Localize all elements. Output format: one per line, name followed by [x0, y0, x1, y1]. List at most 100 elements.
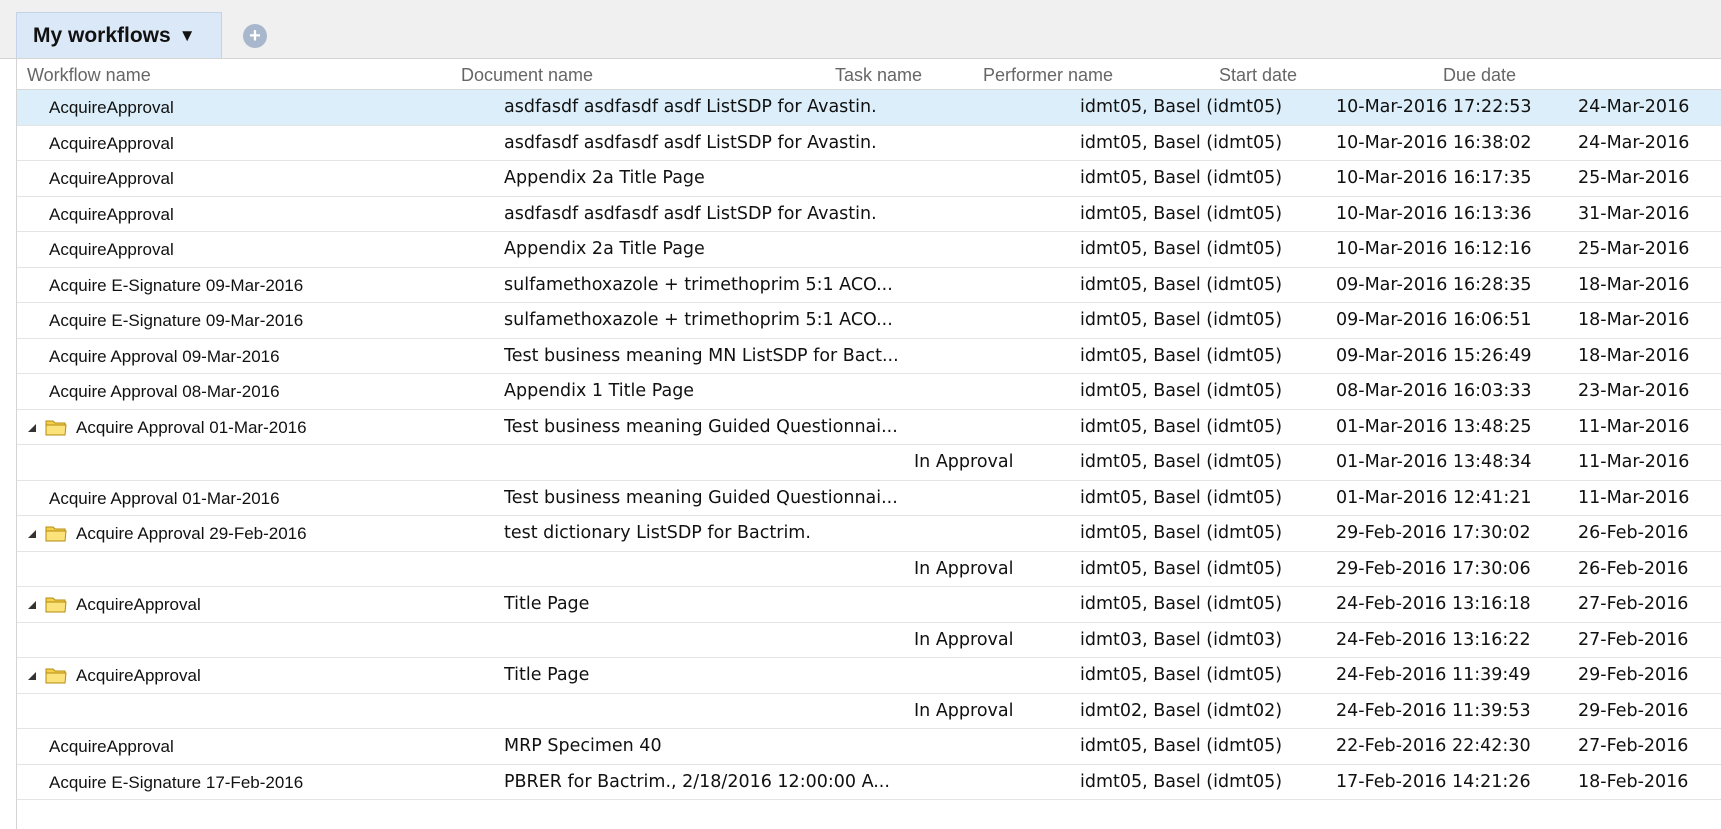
workflow-row[interactable]: AcquireApproval Appendix 2a Title Page idm…: [17, 232, 1721, 268]
due-date-cell: 24-Mar-2016: [1578, 97, 1690, 117]
due-date-cell: 29-Feb-2016: [1578, 665, 1689, 685]
start-date-cell: 10-Mar-2016 16:17:35: [1336, 168, 1532, 188]
workflow-row[interactable]: Acquire Approval 01-Mar-2016 Test busines…: [17, 410, 1721, 445]
document-name-cell: Appendix 2a Title Page: [504, 168, 705, 188]
workflow-row[interactable]: AcquireApproval Title Page idmt05, Basel (…: [17, 587, 1721, 623]
task-row[interactable]: In Approval idmt02, Basel (idmt02) 24-Feb-…: [17, 694, 1721, 729]
due-date-cell: 18-Feb-2016: [1578, 771, 1689, 792]
workflow-row[interactable]: AcquireApproval asdfasdf asdfasdf asdf Li…: [17, 90, 1721, 126]
performer-name-cell: idmt05, Basel (idmt05): [1080, 487, 1283, 508]
column-header-start-date[interactable]: Start date: [1219, 65, 1297, 86]
start-date-cell: 08-Mar-2016 16:03:33: [1336, 381, 1532, 401]
document-name-cell: test dictionary ListSDP for Bactrim.: [504, 523, 811, 543]
collapse-icon[interactable]: [28, 672, 36, 680]
due-date-cell: 11-Mar-2016: [1578, 416, 1690, 437]
due-date-cell: 29-Feb-2016: [1578, 700, 1689, 721]
document-name-cell: Test business meaning MN ListSDP for Bac…: [504, 345, 899, 366]
task-name-cell: In Approval: [914, 700, 1014, 721]
start-date-cell: 10-Mar-2016 17:22:53: [1336, 97, 1532, 117]
performer-name-cell: idmt05, Basel (idmt05): [1080, 97, 1283, 117]
workflow-name-cell: AcquireApproval: [76, 666, 201, 685]
task-name-cell: In Approval: [914, 558, 1014, 579]
document-name-cell: MRP Specimen 40: [504, 736, 662, 756]
performer-name-cell: idmt05, Basel (idmt05): [1080, 239, 1283, 259]
workflow-row[interactable]: AcquireApproval asdfasdf asdfasdf asdf Li…: [17, 197, 1721, 232]
performer-name-cell: idmt02, Basel (idmt02): [1080, 700, 1283, 721]
performer-name-cell: idmt05, Basel (idmt05): [1080, 523, 1283, 543]
workflow-name-cell: AcquireApproval: [76, 595, 201, 614]
column-header-document-name[interactable]: Document name: [461, 65, 593, 86]
collapse-icon[interactable]: [28, 601, 36, 609]
start-date-cell: 24-Feb-2016 11:39:49: [1336, 665, 1531, 685]
workflow-row[interactable]: Acquire E-Signature 17-Feb-2016 PBRER for…: [17, 765, 1721, 800]
workflow-name-cell: Acquire Approval 29-Feb-2016: [76, 524, 307, 543]
workflow-row[interactable]: AcquireApproval MRP Specimen 40 idmt05, Ba…: [17, 729, 1721, 765]
column-header-task-name[interactable]: Task name: [835, 65, 922, 86]
workflow-row[interactable]: Acquire E-Signature 09-Mar-2016 sulfameth…: [17, 268, 1721, 303]
workflow-name-cell: Acquire Approval 01-Mar-2016: [76, 417, 307, 437]
task-row[interactable]: In Approval idmt03, Basel (idmt03) 24-Feb-…: [17, 623, 1721, 658]
start-date-cell: 24-Feb-2016 13:16:18: [1336, 594, 1531, 614]
performer-name-cell: idmt05, Basel (idmt05): [1080, 416, 1283, 437]
due-date-cell: 23-Mar-2016: [1578, 381, 1690, 401]
workflow-name-cell: Acquire Approval 08-Mar-2016: [49, 382, 280, 401]
workflow-name-cell: AcquireApproval: [49, 240, 174, 259]
column-header-due-date[interactable]: Due date: [1443, 65, 1516, 86]
document-name-cell: Title Page: [504, 665, 590, 685]
chevron-down-icon[interactable]: ▼: [179, 26, 196, 46]
due-date-cell: 25-Mar-2016: [1578, 168, 1690, 188]
workflow-grid: Workflow name Document name Task name Pe…: [16, 59, 1721, 829]
tab-label: My workflows: [33, 23, 171, 47]
workflow-row[interactable]: AcquireApproval Title Page idmt05, Basel (…: [17, 658, 1721, 694]
workflow-row[interactable]: Acquire Approval 01-Mar-2016 Test busines…: [17, 481, 1721, 516]
workflow-row[interactable]: Acquire Approval 08-Mar-2016 Appendix 1 T…: [17, 374, 1721, 410]
workflow-row[interactable]: AcquireApproval Appendix 2a Title Page idm…: [17, 161, 1721, 197]
tab-bar: My workflows ▼ +: [0, 0, 1721, 59]
start-date-cell: 29-Feb-2016 17:30:02: [1336, 523, 1531, 543]
performer-name-cell: idmt05, Basel (idmt05): [1080, 736, 1283, 756]
due-date-cell: 11-Mar-2016: [1578, 452, 1690, 472]
performer-name-cell: idmt05, Basel (idmt05): [1080, 132, 1283, 153]
tab-my-workflows[interactable]: My workflows ▼: [16, 12, 222, 58]
workflow-name-cell: AcquireApproval: [49, 204, 174, 224]
start-date-cell: 29-Feb-2016 17:30:06: [1336, 558, 1531, 579]
due-date-cell: 27-Feb-2016: [1578, 629, 1689, 650]
workflow-row[interactable]: Acquire Approval 09-Mar-2016 Test busines…: [17, 339, 1721, 374]
due-date-cell: 27-Feb-2016: [1578, 594, 1689, 614]
start-date-cell: 10-Mar-2016 16:13:36: [1336, 203, 1532, 224]
document-name-cell: sulfamethoxazole + trimethoprim 5:1 ACO.…: [504, 310, 893, 330]
task-row[interactable]: In Approval idmt05, Basel (idmt05) 29-Feb-…: [17, 552, 1721, 587]
workflow-row[interactable]: Acquire Approval 29-Feb-2016 test diction…: [17, 516, 1721, 552]
workflow-name-cell: AcquireApproval: [49, 737, 174, 756]
document-name-cell: Test business meaning Guided Questionnai…: [504, 487, 898, 508]
start-date-cell: 09-Mar-2016 16:06:51: [1336, 310, 1532, 330]
due-date-cell: 18-Mar-2016: [1578, 274, 1690, 295]
column-header-performer-name[interactable]: Performer name: [983, 65, 1113, 86]
due-date-cell: 18-Mar-2016: [1578, 310, 1690, 330]
performer-name-cell: idmt05, Basel (idmt05): [1080, 558, 1283, 579]
performer-name-cell: idmt05, Basel (idmt05): [1080, 203, 1283, 224]
workflow-row[interactable]: AcquireApproval asdfasdf asdfasdf asdf Li…: [17, 126, 1721, 161]
task-row[interactable]: In Approval idmt05, Basel (idmt05) 01-Mar-…: [17, 445, 1721, 481]
start-date-cell: 24-Feb-2016 11:39:53: [1336, 700, 1531, 721]
collapse-icon[interactable]: [28, 423, 36, 432]
due-date-cell: 18-Mar-2016: [1578, 345, 1690, 366]
column-header-workflow-name[interactable]: Workflow name: [27, 65, 151, 86]
document-name-cell: PBRER for Bactrim., 2/18/2016 12:00:00 A…: [504, 771, 890, 792]
document-name-cell: Appendix 2a Title Page: [504, 239, 705, 259]
due-date-cell: 27-Feb-2016: [1578, 736, 1689, 756]
workflow-name-cell: Acquire E-Signature 09-Mar-2016: [49, 311, 304, 330]
workflow-name-cell: Acquire E-Signature 17-Feb-2016: [49, 772, 304, 792]
grid-rows: AcquireApproval asdfasdf asdfasdf asdf Li…: [17, 90, 1721, 800]
start-date-cell: 10-Mar-2016 16:38:02: [1336, 132, 1532, 153]
collapse-icon[interactable]: [28, 530, 36, 538]
folder-icon: [45, 418, 67, 436]
document-name-cell: Title Page: [504, 594, 590, 614]
start-date-cell: 22-Feb-2016 22:42:30: [1336, 736, 1531, 756]
workflow-row[interactable]: Acquire E-Signature 09-Mar-2016 sulfameth…: [17, 303, 1721, 339]
add-tab-icon[interactable]: +: [243, 24, 267, 48]
due-date-cell: 26-Feb-2016: [1578, 558, 1689, 579]
workflow-name-cell: Acquire Approval 01-Mar-2016: [49, 488, 280, 508]
performer-name-cell: idmt05, Basel (idmt05): [1080, 168, 1283, 188]
performer-name-cell: idmt05, Basel (idmt05): [1080, 310, 1283, 330]
